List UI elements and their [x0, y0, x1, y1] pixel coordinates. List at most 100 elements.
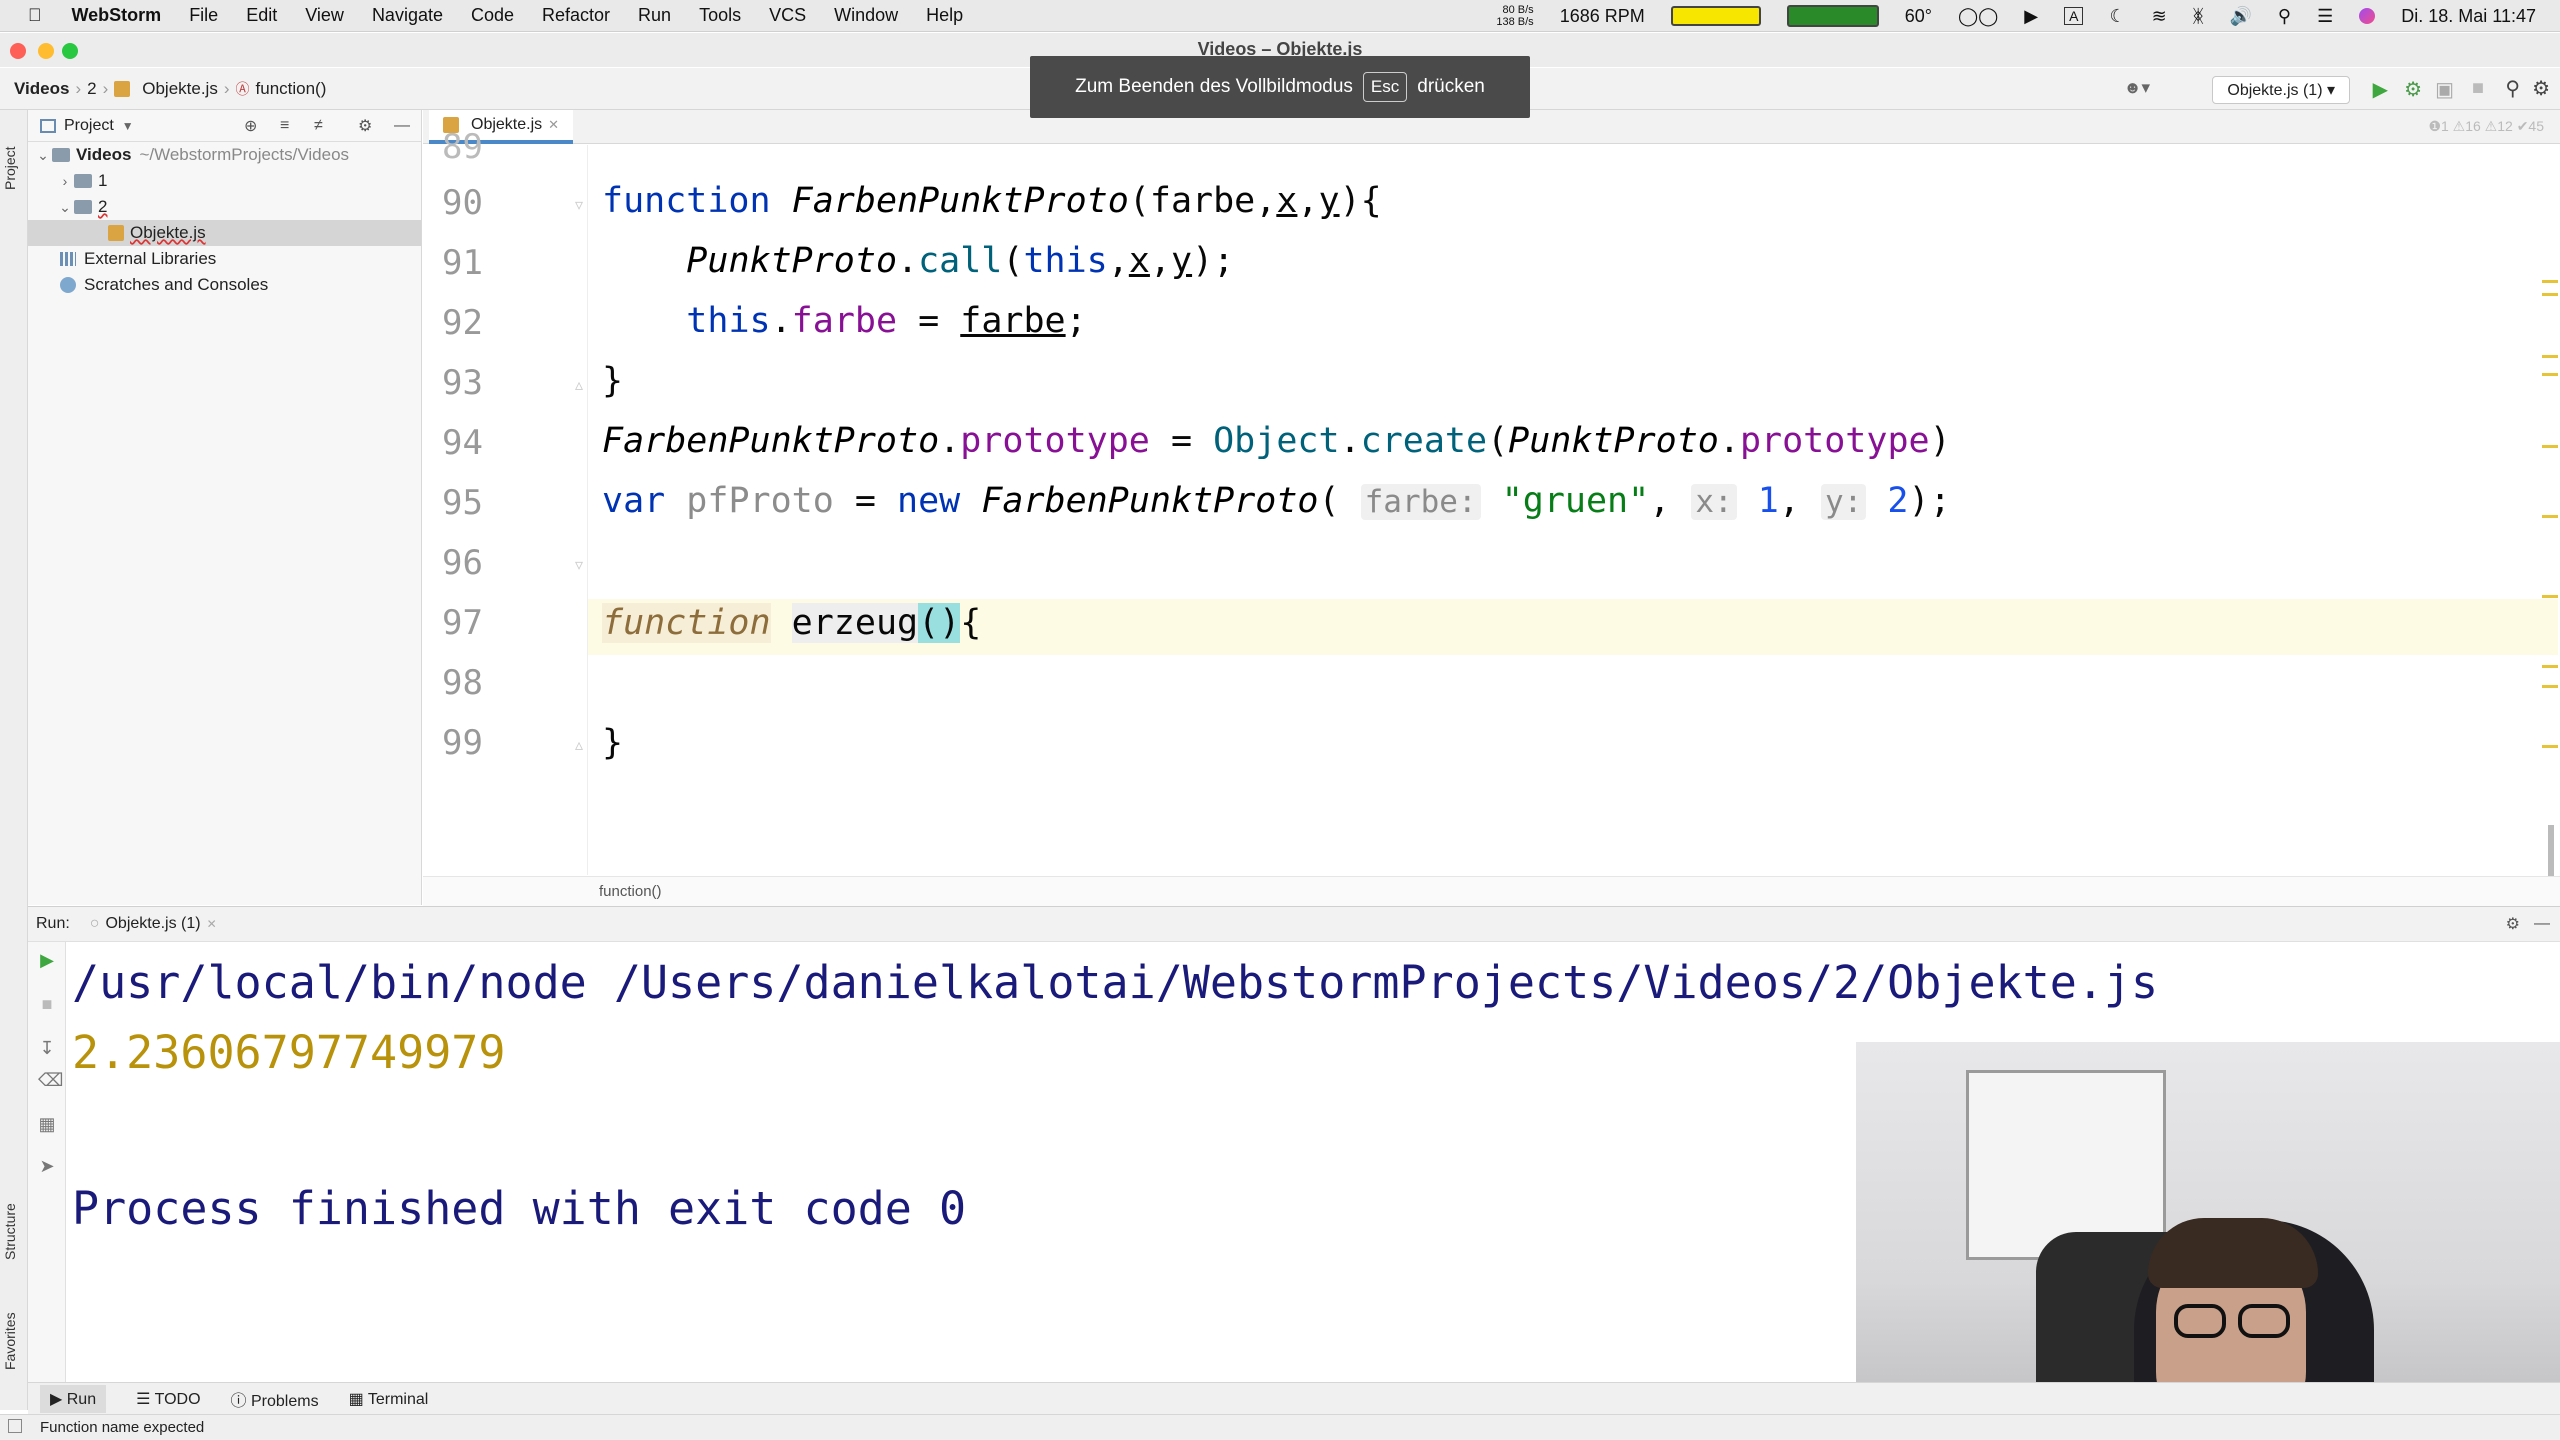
crumb-separator-icon: › [75, 78, 82, 98]
line-number: 91 [442, 243, 483, 283]
scroll-to-end-icon[interactable]: ↧ [38, 1038, 56, 1058]
tree-item-folder-2[interactable]: ⌄ 2 [28, 194, 421, 220]
crumb-separator-icon: › [102, 78, 109, 98]
wifi-off-icon[interactable]: ≋ [2152, 6, 2167, 27]
editor-scrollbar-marks[interactable] [2540, 145, 2560, 885]
crumb-file[interactable]: Objekte.js [142, 79, 218, 99]
menu-help[interactable]: Help [926, 5, 963, 26]
project-view-select[interactable]: Project [64, 117, 114, 135]
tab-run[interactable]: ▶ Run [40, 1384, 107, 1413]
code-line-93: } [602, 361, 624, 401]
library-icon [60, 252, 76, 266]
run-configuration-select[interactable]: Objekte.js (1) ▾ [2212, 76, 2350, 104]
crumb-folder[interactable]: 2 [87, 79, 96, 99]
tab-problems[interactable]: ⓘ Problems [231, 1387, 319, 1411]
collapse-all-icon[interactable]: ≠ [314, 117, 323, 135]
menu-window[interactable]: Window [834, 5, 898, 26]
crumb-function[interactable]: function() [256, 79, 327, 99]
structure-tool-button[interactable]: Structure [2, 1203, 18, 1260]
status-toggle-icon[interactable] [8, 1419, 22, 1433]
gear-icon[interactable]: ⚙ [358, 116, 372, 136]
user-icon[interactable]: ☻▾ [2124, 78, 2150, 98]
chevron-right-icon[interactable]: › [56, 173, 74, 189]
chevron-down-icon[interactable]: ⌄ [34, 147, 52, 164]
menu-vcs[interactable]: VCS [769, 5, 806, 26]
line-number: 90 [442, 183, 483, 223]
input-source-icon[interactable]: A [2064, 7, 2084, 25]
siri-icon[interactable] [2359, 8, 2376, 24]
control-center-icon[interactable]: ☰ [2317, 6, 2333, 27]
trash-icon[interactable]: ⌫ [38, 1070, 63, 1090]
tree-item-external-libraries[interactable]: External Libraries [28, 246, 421, 272]
menu-code[interactable]: Code [471, 5, 514, 26]
rerun-icon[interactable]: ▶ [38, 950, 56, 970]
menu-navigate[interactable]: Navigate [372, 5, 443, 26]
favorites-tool-button[interactable]: Favorites [2, 1312, 18, 1370]
glasses-icon[interactable]: ◯◯ [1958, 6, 1998, 27]
inspection-widget[interactable]: ❶1 ⚠16 ⚠12 ✔45 [2428, 118, 2544, 135]
tree-scratches-label: Scratches and Consoles [84, 275, 269, 294]
search-icon[interactable]: ⚲ [2278, 6, 2291, 27]
list-icon: ☰ [136, 1390, 155, 1408]
menu-tools[interactable]: Tools [699, 5, 741, 26]
menu-run[interactable]: Run [638, 5, 671, 26]
menu-app-name[interactable]: WebStorm [72, 5, 162, 26]
menu-file[interactable]: File [189, 5, 218, 26]
menu-view[interactable]: View [305, 5, 344, 26]
gear-icon[interactable]: ⚙ [2506, 914, 2520, 934]
tree-item-file[interactable]: Objekte.js [28, 220, 421, 246]
layout-icon[interactable]: ▦ [38, 1114, 56, 1134]
coverage-icon[interactable]: ▣ [2435, 77, 2454, 102]
tab-todo[interactable]: ☰ TODO [136, 1389, 200, 1409]
chevron-down-icon[interactable]: ⌄ [56, 199, 74, 216]
console-output: 2.23606797749979 [72, 1026, 506, 1079]
clock[interactable]: Di. 18. Mai 11:47 [2401, 6, 2536, 27]
bluetooth-icon[interactable]: ᛤ [2193, 6, 2204, 27]
info-icon: ⓘ [230, 1392, 251, 1410]
tree-item-root[interactable]: ⌄ Videos ~/WebstormProjects/Videos [28, 142, 421, 168]
search-everywhere-icon[interactable]: ⚲ [2505, 76, 2520, 101]
hide-icon[interactable]: — [394, 117, 410, 135]
crumb-project[interactable]: Videos [14, 79, 69, 99]
volume-icon[interactable]: 🔊 [2230, 6, 2252, 27]
tree-item-scratches[interactable]: Scratches and Consoles [28, 272, 421, 298]
webcam-overlay [1856, 1042, 2560, 1440]
pin-icon[interactable]: ➤ [38, 1156, 56, 1176]
battery-icon[interactable] [1670, 6, 1761, 26]
fold-icon[interactable]: ▵ [575, 375, 583, 395]
tab-run-label: Run [66, 1390, 97, 1408]
close-tab-icon[interactable]: ✕ [548, 117, 559, 133]
fold-icon[interactable]: ▿ [575, 555, 583, 575]
tab-problems-label: Problems [251, 1392, 319, 1410]
hide-icon[interactable]: — [2534, 915, 2550, 933]
run-tab[interactable]: ○ Objekte.js (1) ✕ [90, 915, 217, 933]
run-icon[interactable]: ▶ [2373, 77, 2388, 102]
moon-icon[interactable]: ☾ [2109, 6, 2125, 27]
editor-gutter: 89 90 91 92 93 94 95 96 97 98 99 ▿ ▵ ▿ ▵ [423, 127, 588, 875]
project-tool-button[interactable]: Project [2, 146, 18, 190]
fold-icon[interactable]: ▿ [575, 195, 583, 215]
menu-edit[interactable]: Edit [246, 5, 277, 26]
close-tab-icon[interactable]: ✕ [207, 917, 217, 931]
tree-item-folder-1[interactable]: › 1 [28, 168, 421, 194]
locate-icon[interactable]: ⊕ [244, 116, 257, 136]
network-graph-icon[interactable] [1786, 5, 1879, 27]
debug-icon[interactable]: ⚙ [2404, 77, 2422, 102]
apple-icon[interactable]:  [28, 5, 42, 26]
play-icon[interactable]: ▶ [2024, 6, 2038, 27]
settings-icon[interactable]: ⚙ [2532, 76, 2550, 101]
editor-breadcrumb[interactable]: function() [599, 883, 662, 900]
toast-text-before: Zum Beenden des Vollbildmodus [1075, 76, 1353, 97]
code-line-97: function erzeug(){ [602, 603, 982, 643]
chevron-down-icon[interactable]: ▼ [122, 119, 134, 133]
code-editor[interactable]: function FarbenPunktProto(farbe,x,y){ Pu… [588, 145, 2558, 875]
menu-refactor[interactable]: Refactor [542, 5, 610, 26]
stop-icon[interactable]: ■ [38, 994, 56, 1014]
menubar-status-area: 80 B/s 138 B/s 1686 RPM 60° ◯◯ ▶ A ☾ ≋ ᛤ… [1496, 0, 2536, 32]
stop-icon[interactable]: ■ [2472, 77, 2484, 100]
tab-terminal[interactable]: ▦ Terminal [349, 1389, 429, 1409]
expand-all-icon[interactable]: ≡ [280, 117, 289, 135]
function-icon: Ⓐ [235, 80, 250, 97]
temperature: 60° [1904, 5, 1932, 26]
fold-icon[interactable]: ▵ [575, 735, 583, 755]
